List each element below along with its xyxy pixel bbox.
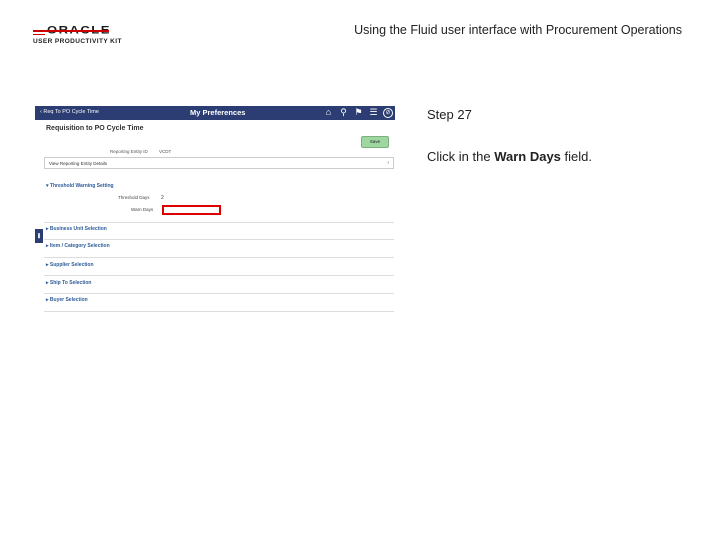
section-label: Ship To Selection bbox=[49, 280, 92, 286]
section-item-category[interactable]: ▸ Item / Category Selection bbox=[46, 243, 110, 249]
section-threshold-label: Threshold Warning Setting bbox=[49, 183, 114, 189]
home-icon[interactable]: ⌂ bbox=[323, 107, 334, 118]
instruction-prefix: Click in the bbox=[427, 149, 495, 164]
view-details-label: View Reporting Entity Details bbox=[49, 161, 107, 166]
header-icons: ⌂ ⚲ ⚑ ☰ ⊘ bbox=[323, 107, 393, 118]
divider bbox=[44, 275, 394, 276]
header-title: My Preferences bbox=[190, 108, 246, 117]
section-business-unit[interactable]: ▸ Business Unit Selection bbox=[46, 226, 107, 232]
section-label: Item / Category Selection bbox=[49, 243, 110, 249]
section-buyer[interactable]: ▸ Buyer Selection bbox=[46, 297, 88, 303]
flag-icon[interactable]: ⚑ bbox=[353, 107, 364, 118]
threshold-days-label: Threshold Days bbox=[118, 195, 150, 200]
view-details-row[interactable]: View Reporting Entity Details › bbox=[44, 157, 394, 169]
instruction-field-name: Warn Days bbox=[494, 149, 561, 164]
divider bbox=[44, 293, 394, 294]
divider bbox=[44, 257, 394, 258]
section-ship-to[interactable]: ▸ Ship To Selection bbox=[46, 280, 91, 286]
chevron-right-icon: › bbox=[387, 160, 389, 166]
save-button[interactable]: Save bbox=[361, 136, 389, 148]
divider bbox=[44, 222, 394, 223]
logo-underline-short bbox=[33, 34, 45, 35]
logo-subtitle: USER PRODUCTIVITY KIT bbox=[33, 38, 122, 45]
threshold-days-value: 2 bbox=[161, 195, 164, 201]
section-label: Supplier Selection bbox=[49, 262, 94, 268]
section-threshold-warning[interactable]: ▾ Threshold Warning Setting bbox=[46, 183, 114, 189]
instruction-suffix: field. bbox=[560, 149, 592, 164]
side-panel-handle[interactable]: ❚ bbox=[35, 229, 43, 243]
app-header-bar: ‹ Req To PO Cycle Time My Preferences ⌂ … bbox=[35, 106, 395, 120]
divider bbox=[44, 311, 394, 312]
logo-underline bbox=[33, 30, 109, 32]
oracle-upk-logo: ORACLE USER PRODUCTIVITY KIT bbox=[33, 22, 125, 48]
screenshot-panel: ‹ Req To PO Cycle Time My Preferences ⌂ … bbox=[35, 106, 395, 318]
reporting-entity-value: VCDT bbox=[159, 149, 172, 154]
step-instruction: Click in the Warn Days field. bbox=[427, 149, 592, 164]
warn-days-label: Warn Days bbox=[131, 207, 154, 212]
search-icon[interactable]: ⚲ bbox=[338, 107, 349, 118]
document-title: Using the Fluid user interface with Proc… bbox=[354, 23, 682, 37]
circle-icon[interactable]: ⊘ bbox=[383, 108, 393, 118]
divider bbox=[44, 239, 394, 240]
section-label: Business Unit Selection bbox=[49, 226, 107, 232]
section-supplier[interactable]: ▸ Supplier Selection bbox=[46, 262, 94, 268]
back-label: Req To PO Cycle Time bbox=[43, 109, 99, 115]
menu-icon[interactable]: ☰ bbox=[368, 107, 379, 118]
reporting-entity-label: Reporting Entity ID bbox=[110, 149, 148, 154]
warn-days-input[interactable] bbox=[162, 205, 221, 215]
section-label: Buyer Selection bbox=[49, 297, 88, 303]
back-link[interactable]: ‹ Req To PO Cycle Time bbox=[40, 109, 99, 115]
page-title: Requisition to PO Cycle Time bbox=[46, 125, 144, 132]
step-number: Step 27 bbox=[427, 107, 472, 122]
